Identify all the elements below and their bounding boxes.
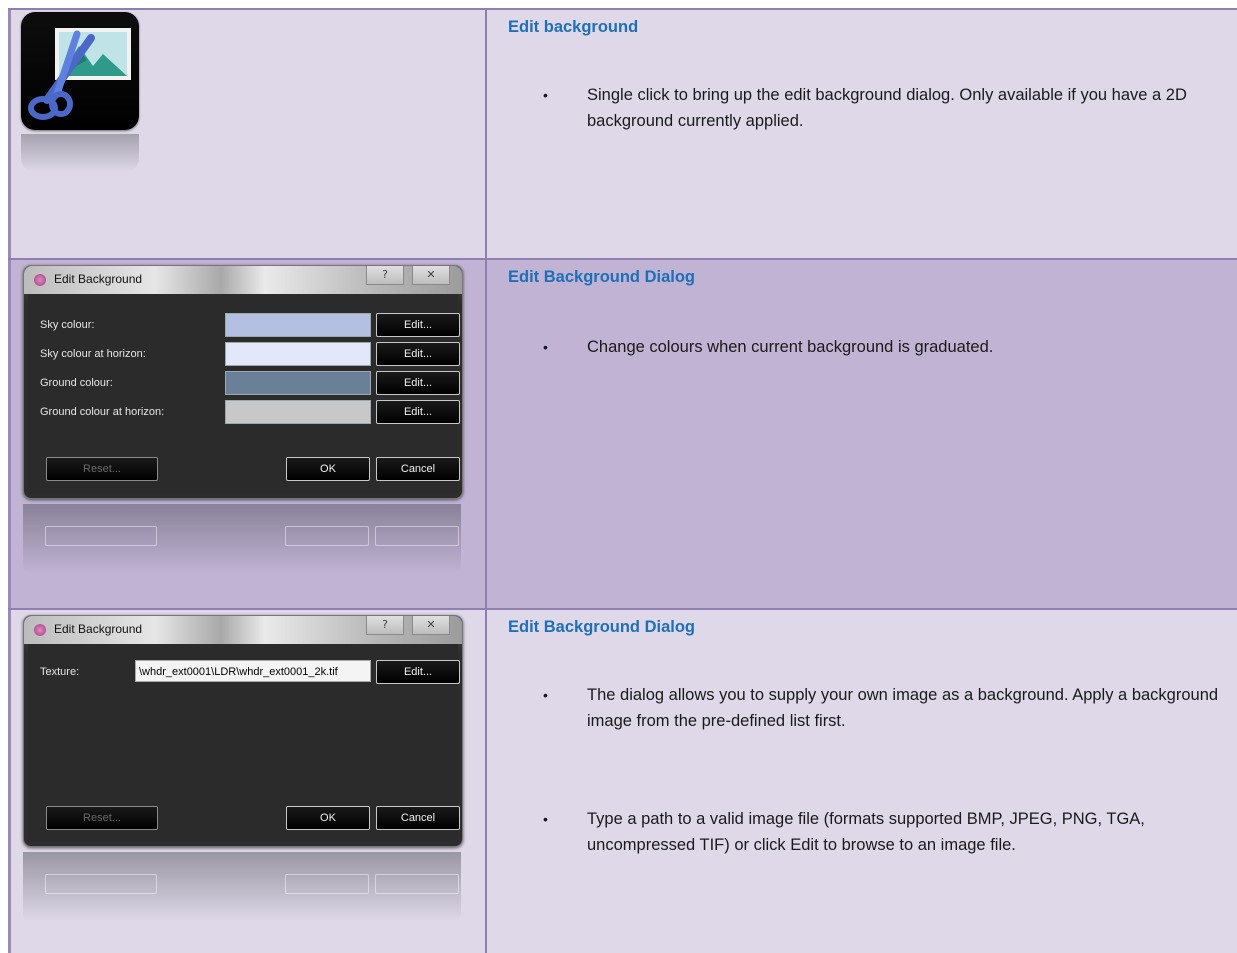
bullet-item: • The dialog allows you to supply your o… [543,682,1219,734]
row-1-image-cell [8,10,488,258]
reflection-shape [45,874,157,894]
sky-colour-label: Sky colour: [40,319,95,331]
doc-table: Edit background • Single click to bring … [8,8,1237,953]
ground-horizon-swatch [225,400,371,424]
row-1-text-cell: Edit background • Single click to bring … [487,10,1237,258]
ground-colour-edit-button[interactable]: Edit... [376,371,460,395]
ok-button[interactable]: OK [286,457,370,481]
row-2-image-cell: Edit Background ? ✕ Sky colour: Edit... … [8,260,488,608]
help-icon[interactable]: ? [366,266,404,285]
bullet-marker: • [543,87,548,103]
section-heading: Edit Background Dialog [508,618,696,636]
help-icon[interactable]: ? [366,616,404,635]
row-3-image-cell: Edit Background ? ✕ Texture: \whdr_ext00… [8,610,488,953]
icon-reflection [21,134,139,172]
section-heading: Edit background [508,18,639,36]
bullet-text: The dialog allows you to supply your own… [587,686,1219,730]
ground-colour-label: Ground colour: [40,377,113,389]
row-3-text-cell: Edit Background Dialog • The dialog allo… [487,610,1237,953]
reflection-shape [375,526,459,546]
sky-colour-swatch [225,313,371,337]
row-2-text-cell: Edit Background Dialog • Change colours … [487,260,1237,608]
reflection-shape [45,526,157,546]
close-icon[interactable]: ✕ [412,616,450,635]
texture-path-input[interactable]: \whdr_ext0001\LDR\whdr_ext0001_2k.tif [135,660,371,682]
row-edit-background: Edit background • Single click to bring … [8,8,1237,258]
bullet-text: Type a path to a valid image file (forma… [587,810,1145,854]
app-logo-icon [34,274,46,286]
bullet-item: • Single click to bring up the edit back… [543,82,1219,134]
dialog-titlebar: Edit Background ? ✕ [24,616,462,644]
dialog-body: Texture: \whdr_ext0001\LDR\whdr_ext0001_… [28,644,460,842]
bullet-item: • Type a path to a valid image file (for… [543,806,1219,858]
edit-background-texture-dialog: Edit Background ? ✕ Texture: \whdr_ext00… [23,615,463,847]
edit-background-dialog: Edit Background ? ✕ Sky colour: Edit... … [23,265,463,499]
ground-colour-swatch [225,371,371,395]
row-edit-background-dialog-texture: Edit Background ? ✕ Texture: \whdr_ext00… [8,608,1237,953]
bullet-item: • Change colours when current background… [543,334,1219,360]
reset-button[interactable]: Reset... [46,806,158,830]
bullet-text: Single click to bring up the edit backgr… [587,86,1187,130]
row-edit-background-dialog-graduated: Edit Background ? ✕ Sky colour: Edit... … [8,258,1237,608]
edit-background-scissors-icon [21,12,139,130]
bullet-text: Change colours when current background i… [587,338,994,356]
ground-horizon-label: Ground colour at horizon: [40,406,165,418]
reset-button[interactable]: Reset... [46,457,158,481]
dialog-titlebar: Edit Background ? ✕ [24,266,462,294]
dialog-title: Edit Background [54,272,143,286]
cancel-button[interactable]: Cancel [376,457,460,481]
dialog-title: Edit Background [54,622,143,636]
dialog-reflection [23,504,461,574]
texture-label: Texture: [40,666,80,678]
sky-horizon-edit-button[interactable]: Edit... [376,342,460,366]
section-heading: Edit Background Dialog [508,268,696,286]
texture-edit-button[interactable]: Edit... [376,660,460,684]
dialog-reflection [23,852,461,922]
app-logo-icon [34,624,46,636]
reflection-shape [285,526,369,546]
reflection-shape [285,874,369,894]
ground-horizon-edit-button[interactable]: Edit... [376,400,460,424]
bullet-marker: • [543,687,548,703]
close-icon[interactable]: ✕ [412,266,450,285]
reflection-shape [375,874,459,894]
sky-colour-edit-button[interactable]: Edit... [376,313,460,337]
dialog-body: Sky colour: Edit... Sky colour at horizo… [28,294,460,494]
sky-horizon-swatch [225,342,371,366]
bullet-marker: • [543,811,548,827]
cancel-button[interactable]: Cancel [376,806,460,830]
bullet-marker: • [543,339,548,355]
ok-button[interactable]: OK [286,806,370,830]
sky-horizon-label: Sky colour at horizon: [40,348,146,360]
